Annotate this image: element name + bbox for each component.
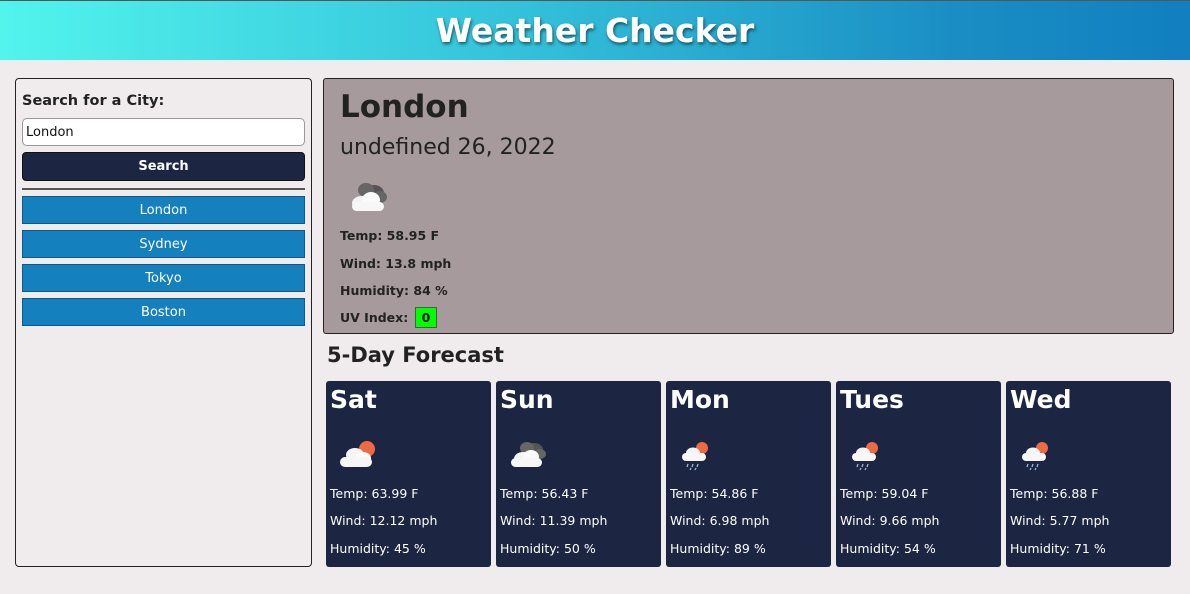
forecast-wind: Wind: 12.12 mph [330,513,438,528]
rain-icon [852,442,878,471]
history-button-london[interactable]: London [22,196,305,224]
history-button-sydney[interactable]: Sydney [22,230,305,258]
forecast-humidity: Humidity: 89 % [670,541,766,556]
uv-index-badge: 0 [414,307,438,328]
forecast-temp: Temp: 54.86 F [670,486,759,501]
current-temp: Temp: 58.95 F [340,228,440,243]
app-title: Weather Checker [435,11,755,50]
forecast-wind: Wind: 5.77 mph [1010,513,1110,528]
forecast-wind: Wind: 6.98 mph [670,513,770,528]
forecast-temp: Temp: 59.04 F [840,486,929,501]
current-city-name: London [340,89,469,125]
rain-icon [682,442,708,471]
current-wind: Wind: 13.8 mph [340,256,452,271]
current-humidity: Humidity: 84 % [340,283,448,298]
city-search-input[interactable] [22,118,305,146]
search-sidebar: Search for a City: Search London Sydney … [15,78,312,567]
forecast-temp: Temp: 56.43 F [500,486,589,501]
uv-label: UV Index: [340,310,409,325]
broken-clouds-icon [511,442,546,467]
forecast-humidity: Humidity: 50 % [500,541,596,556]
search-label: Search for a City: [22,93,165,109]
app-header: Weather Checker [0,0,1190,60]
history-button-boston[interactable]: Boston [22,298,305,326]
forecast-day: Mon [670,385,730,414]
few-clouds-icon [340,441,375,467]
forecast-card: Sun Temp: 56.43 F Wind: 11.39 mph Humidi… [496,381,661,567]
forecast-cards: Sat Temp: 63.99 F Wind: 12.12 mph Humidi… [326,381,1171,567]
current-date: undefined 26, 2022 [340,135,556,160]
current-weather-panel: London undefined 26, 2022 Temp: 58.95 F … [323,78,1174,334]
current-uv: UV Index: 0 [340,307,438,328]
forecast-day: Sat [330,385,377,414]
forecast-card: Mon Temp: 54.86 F Wind: 6.98 mph Humidit… [666,381,831,567]
forecast-wind: Wind: 9.66 mph [840,513,940,528]
forecast-card: Tues Temp: 59.04 F Wind: 9.66 mph Humidi… [836,381,1001,567]
forecast-temp: Temp: 56.88 F [1010,486,1099,501]
search-button[interactable]: Search [22,152,305,181]
forecast-day: Wed [1010,385,1072,414]
forecast-humidity: Humidity: 71 % [1010,541,1106,556]
forecast-card: Wed Temp: 56.88 F Wind: 5.77 mph Humidit… [1006,381,1171,567]
history-button-tokyo[interactable]: Tokyo [22,264,305,292]
forecast-title: 5-Day Forecast [327,343,504,367]
rain-icon [1022,442,1048,471]
forecast-day: Tues [840,385,904,414]
divider [22,188,305,190]
forecast-wind: Wind: 11.39 mph [500,513,608,528]
forecast-humidity: Humidity: 45 % [330,541,426,556]
broken-clouds-icon [352,183,387,211]
forecast-day: Sun [500,385,554,414]
forecast-temp: Temp: 63.99 F [330,486,419,501]
search-history: London Sydney Tokyo Boston [22,196,305,332]
forecast-humidity: Humidity: 54 % [840,541,936,556]
forecast-card: Sat Temp: 63.99 F Wind: 12.12 mph Humidi… [326,381,491,567]
